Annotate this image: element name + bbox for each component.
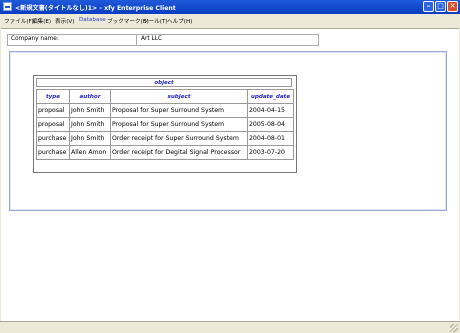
cell-update-date[interactable]: 2005-08-04: [247, 117, 294, 132]
document-area: Company name: Art LLC object type author…: [1, 28, 459, 321]
close-button[interactable]: ✕: [447, 1, 458, 12]
maximize-button[interactable]: □: [435, 1, 446, 12]
company-name-label: Company name:: [11, 36, 59, 42]
cell-author[interactable]: John Smith: [69, 103, 111, 118]
menu-database[interactable]: Database: [79, 17, 106, 23]
menu-bar: ファイル(F) 編集(E) 表示(V) Database ブックマーク(B) ツ…: [0, 14, 460, 38]
header-subject: subject: [110, 89, 248, 104]
cell-subject[interactable]: Order receipt for Degital Signal Process…: [110, 145, 248, 160]
cell-subject[interactable]: Proposal for Super Surround System: [110, 117, 248, 132]
company-name-row: Company name: Art LLC: [7, 34, 319, 46]
table-row[interactable]: purchase John Smith Order receipt for Su…: [36, 131, 294, 146]
cell-update-date[interactable]: 2003-07-20: [247, 145, 294, 160]
cell-subject[interactable]: Order receipt for Super Surround System: [110, 131, 248, 146]
company-row-divider: [136, 35, 137, 45]
cell-author[interactable]: John Smith: [69, 117, 111, 132]
cell-update-date[interactable]: 2004-08-01: [247, 131, 294, 146]
cell-author[interactable]: Allen Amon: [69, 145, 111, 160]
object-table-frame: object type author subject update_date p…: [33, 75, 297, 173]
header-author: author: [69, 89, 111, 104]
cell-subject[interactable]: Proposal for Super Surround System: [110, 103, 248, 118]
menu-tools[interactable]: ツール(T): [143, 17, 168, 25]
app-window: <新規文書(タイトルなし)1> - xfy Enterprise Client …: [0, 0, 460, 333]
cell-author[interactable]: John Smith: [69, 131, 111, 146]
table-row[interactable]: proposal John Smith Proposal for Super S…: [36, 103, 294, 118]
header-update-date: update_date: [247, 89, 294, 104]
table-header-row: type author subject update_date: [36, 89, 294, 104]
menu-edit[interactable]: 編集(E): [32, 17, 51, 25]
cell-type[interactable]: proposal: [36, 103, 70, 118]
table-row[interactable]: proposal John Smith Proposal for Super S…: [36, 117, 294, 132]
cell-update-date[interactable]: 2004-04-15: [247, 103, 294, 118]
table-row[interactable]: purchase Allen Amon Order receipt for De…: [36, 145, 294, 160]
cell-type[interactable]: purchase: [36, 131, 70, 146]
status-bar: [0, 321, 460, 333]
minimize-button[interactable]: –: [423, 1, 434, 12]
cell-type[interactable]: purchase: [36, 145, 70, 160]
object-table-title: object: [36, 78, 292, 87]
menu-view[interactable]: 表示(V): [55, 17, 74, 25]
title-bar[interactable]: <新規文書(タイトルなし)1> - xfy Enterprise Client …: [0, 0, 460, 14]
company-name-value[interactable]: Art LLC: [141, 36, 162, 42]
cell-type[interactable]: proposal: [36, 117, 70, 132]
menu-help[interactable]: ヘルプ(H): [167, 17, 192, 25]
object-panel: object type author subject update_date p…: [9, 51, 447, 211]
menu-file[interactable]: ファイル(F): [4, 17, 34, 25]
resize-grip-icon[interactable]: [450, 324, 458, 332]
object-table: type author subject update_date proposal…: [36, 89, 294, 160]
app-icon[interactable]: [3, 2, 12, 11]
header-type: type: [36, 89, 70, 104]
window-title: <新規文書(タイトルなし)1> - xfy Enterprise Client: [15, 5, 176, 12]
